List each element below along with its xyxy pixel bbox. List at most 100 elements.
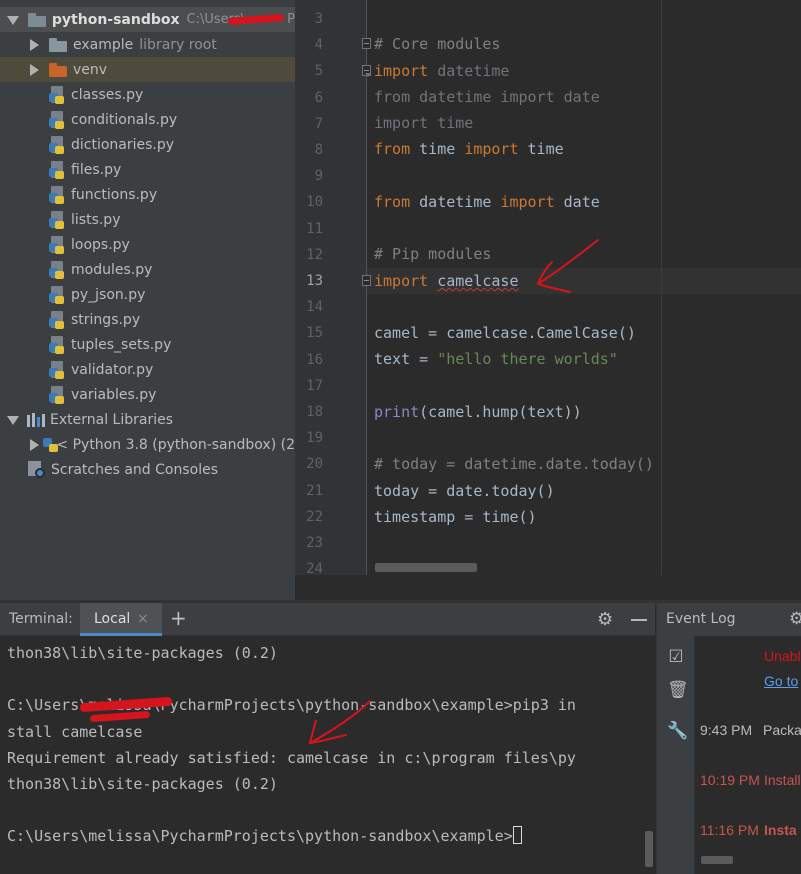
code-line-21[interactable]: today = date.today() <box>374 481 555 501</box>
tree-folder-venv[interactable]: venv <box>0 57 295 82</box>
code-line-20[interactable]: # today = datetime.date.today() <box>374 454 654 474</box>
chevron-down-icon[interactable] <box>6 413 20 427</box>
tree-file[interactable]: py_json.py <box>0 282 295 307</box>
tree-file[interactable]: variables.py <box>0 382 295 407</box>
tree-file[interactable]: files.py <box>0 157 295 182</box>
file-label: modules.py <box>71 261 153 278</box>
python-file-icon <box>49 160 65 179</box>
python-file-icon <box>49 185 65 204</box>
python-file-icon <box>49 235 65 254</box>
code-line-13[interactable]: import camelcase <box>374 271 519 291</box>
keyword: import <box>374 62 429 80</box>
gear-icon[interactable]: ⚙ <box>597 609 613 630</box>
identifier: datetime <box>428 62 510 80</box>
code-line-8[interactable]: from time import time <box>374 139 564 159</box>
tree-scratches[interactable]: Scratches and Consoles <box>0 457 295 482</box>
project-tool-window: python-sandbox C:\Users\ P example libra… <box>0 0 295 600</box>
event-log-panel[interactable]: Event Log ⚙ ☑ 🗑 🔧 Unabl Go to 9:43 PM Pa… <box>656 603 801 874</box>
tab-local[interactable]: Local × <box>80 603 162 636</box>
tree-file[interactable]: functions.py <box>0 182 295 207</box>
library-root-note: library root <box>139 36 217 53</box>
python-file-icon <box>49 260 65 279</box>
code-line-15[interactable]: camel = camelcase.CamelCase() <box>374 323 636 343</box>
terminal-output[interactable]: thon38\lib\site-packages (0.2) C:\Users\… <box>7 640 576 850</box>
event-message: Packa <box>763 722 801 738</box>
libraries-icon <box>27 412 45 427</box>
event-log-scrollbar[interactable] <box>701 856 733 864</box>
code-line-16[interactable]: text = "hello there worlds" <box>374 349 618 369</box>
python-file-icon <box>49 135 65 154</box>
fold-marker-icon[interactable] <box>362 65 371 77</box>
fold-marker-icon[interactable] <box>362 38 371 49</box>
file-label: loops.py <box>71 236 130 253</box>
file-label: dictionaries.py <box>71 136 175 153</box>
editor-horizontal-scrollbar[interactable] <box>375 563 477 572</box>
terminal-scrollbar[interactable] <box>645 831 653 867</box>
line-number: 8 <box>314 142 323 158</box>
line-number: 9 <box>314 168 323 185</box>
terminal-line: thon38\lib\site-packages (0.2) <box>7 644 278 662</box>
add-terminal-icon[interactable]: + <box>170 606 187 630</box>
python-file-icon <box>49 360 65 379</box>
code-line-6[interactable]: from datetime import date <box>374 87 600 107</box>
line-number: 6 <box>314 89 323 106</box>
terminal-prompt: C:\Users\melissa\PycharmProjects\python-… <box>7 827 513 846</box>
builtin: print <box>374 403 420 421</box>
close-icon[interactable]: × <box>137 611 149 627</box>
event-link[interactable]: Go to <box>764 673 798 689</box>
wrench-icon[interactable]: 🔧 <box>667 722 688 740</box>
line-number: 18 <box>306 404 323 420</box>
comment: # Pip modules <box>374 245 492 263</box>
tree-external-libraries[interactable]: External Libraries <box>0 407 295 432</box>
code-line-22[interactable]: timestamp = time() <box>374 507 537 527</box>
code-line-7[interactable]: import time <box>374 113 473 133</box>
line-number: 10 <box>306 194 323 211</box>
tree-file[interactable]: classes.py <box>0 82 295 107</box>
external-libraries-label: External Libraries <box>50 411 173 428</box>
chevron-right-icon[interactable] <box>27 38 41 52</box>
line-number: 12 <box>306 246 323 263</box>
tree-file[interactable]: modules.py <box>0 257 295 282</box>
code-line-10[interactable]: from datetime import date <box>374 192 600 212</box>
mark-all-read-icon[interactable]: ☑ <box>667 648 685 666</box>
code-line-18[interactable]: print(camel.hump(text)) <box>374 402 582 422</box>
tree-python-sdk[interactable]: < Python 3.8 (python-sandbox) (2 <box>0 432 295 457</box>
tree-file[interactable]: lists.py <box>0 207 295 232</box>
line-number: 13 <box>306 273 323 289</box>
chevron-right-icon[interactable] <box>27 438 39 452</box>
line-number: 14 <box>306 299 323 316</box>
keyword: import <box>500 193 555 211</box>
gear-icon[interactable]: ⚙ <box>789 609 801 629</box>
tree-file[interactable]: strings.py <box>0 307 295 332</box>
file-label: conditionals.py <box>71 111 178 128</box>
terminal-prompt-line: C:\Users\melissa\PycharmProjects\python-… <box>7 823 576 849</box>
terminal-line: stall camelcase <box>7 722 143 741</box>
folder-icon <box>49 37 67 52</box>
tree-file[interactable]: tuples_sets.py <box>0 332 295 357</box>
python-file-icon <box>49 210 65 229</box>
code-line-5[interactable]: import datetime <box>374 61 509 81</box>
file-label: tuples_sets.py <box>71 336 172 353</box>
scratches-icon <box>28 460 46 479</box>
line-number: 19 <box>306 430 323 447</box>
file-label: validator.py <box>71 361 154 378</box>
tree-file[interactable]: dictionaries.py <box>0 132 295 157</box>
tree-file[interactable]: validator.py <box>0 357 295 382</box>
code-editor[interactable]: 3 4 5 6 7 8 9 10 11 12 13 14 15 16 17 18 19 20 21 22 23 24 # … <box>295 0 801 575</box>
code-line-12[interactable]: # Pip modules <box>374 244 491 264</box>
tree-file[interactable]: loops.py <box>0 232 295 257</box>
terminal-panel[interactable]: Terminal: Local × + ⚙ thon38\lib\site-pa… <box>0 603 655 874</box>
minimize-icon[interactable] <box>631 619 647 621</box>
chevron-right-icon[interactable] <box>27 63 41 77</box>
trash-icon[interactable]: 🗑 <box>667 681 689 699</box>
folder-label: venv <box>73 61 108 78</box>
identifier: date <box>554 193 600 211</box>
chevron-down-icon[interactable] <box>6 13 20 27</box>
code-line-4[interactable]: # Core modules <box>374 34 500 54</box>
tree-folder-example[interactable]: example library root <box>0 32 295 57</box>
fold-marker-icon[interactable] <box>362 275 371 286</box>
terminal-header: Terminal: Local × + ⚙ <box>0 603 655 636</box>
tree-root-python-sandbox[interactable]: python-sandbox C:\Users\ P <box>0 7 295 32</box>
tree-file[interactable]: conditionals.py <box>0 107 295 132</box>
